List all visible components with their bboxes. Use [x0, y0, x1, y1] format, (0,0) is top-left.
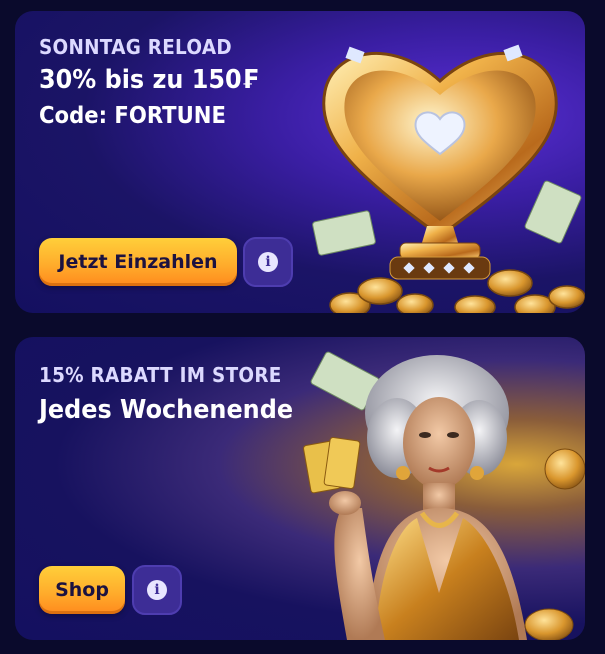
deposit-now-button[interactable]: Jetzt Einzahlen: [39, 238, 237, 286]
heart-trophy-image: [312, 44, 585, 313]
promo-card-sunday-reload: SONNTAG RELOAD 30% bis zu 150₣ Code: FOR…: [15, 11, 585, 313]
info-button[interactable]: i: [132, 565, 182, 615]
promo-headline: Jedes Wochenende: [39, 395, 294, 425]
info-icon: i: [258, 252, 278, 272]
promo-eyebrow: 15% RABATT IM STORE: [39, 363, 282, 387]
promo-headline: 30% bis zu 150₣: [39, 65, 259, 95]
woman-gold-dress-image: [303, 351, 585, 640]
promo-card-store-discount: 15% RABATT IM STORE Jedes Wochenende Sho…: [15, 337, 585, 640]
info-icon: i: [147, 580, 167, 600]
promo-code: Code: FORTUNE: [39, 103, 226, 129]
shop-button[interactable]: Shop: [39, 566, 125, 614]
info-button[interactable]: i: [243, 237, 293, 287]
promo-eyebrow: SONNTAG RELOAD: [39, 35, 232, 59]
